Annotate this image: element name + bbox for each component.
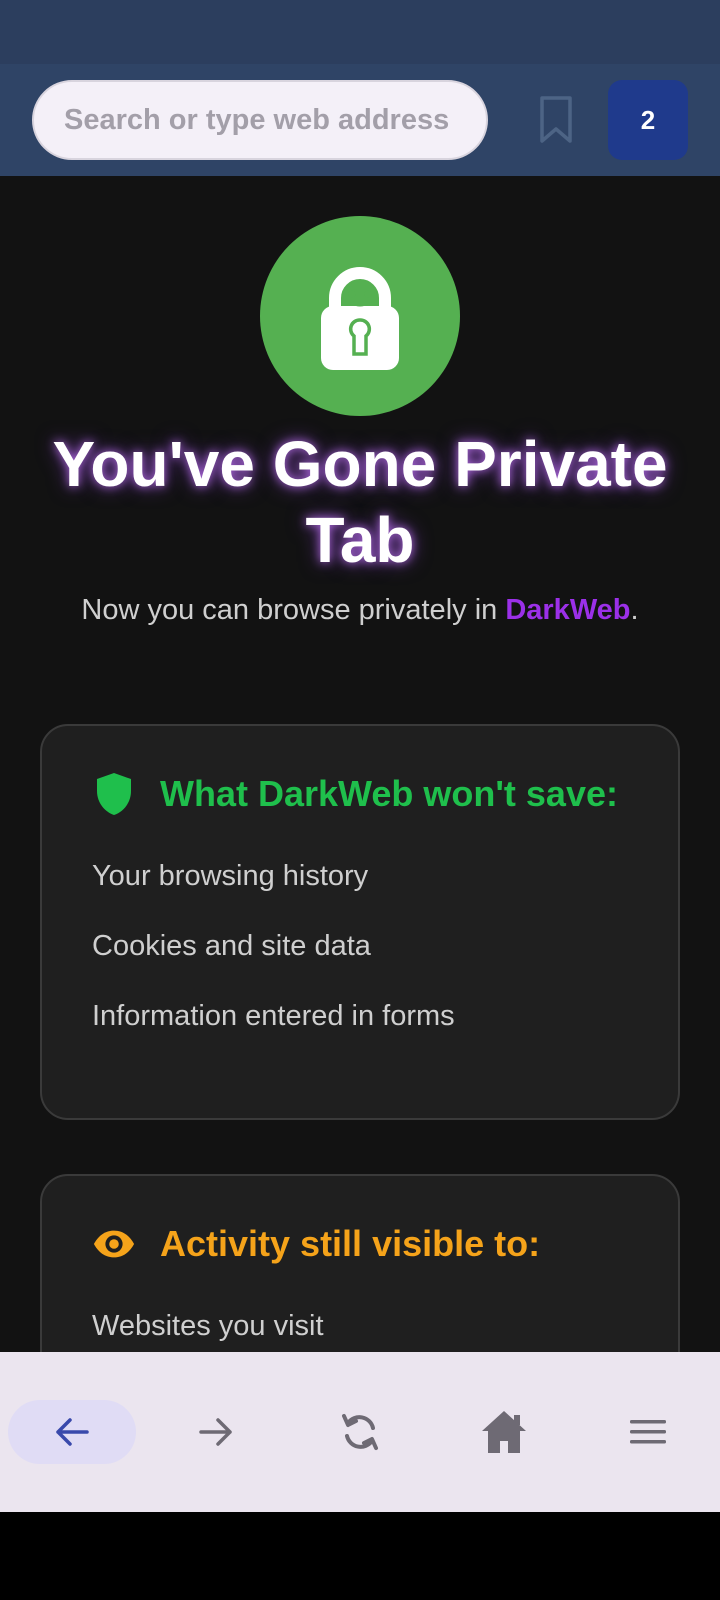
subtitle-suffix: .	[630, 594, 639, 626]
status-bar	[0, 0, 720, 64]
visible-heading: Activity still visible to:	[160, 1223, 541, 1264]
forward-button[interactable]	[184, 1400, 248, 1464]
search-input[interactable]	[64, 103, 484, 137]
not-saved-card-header: What DarkWeb won't save:	[92, 770, 618, 818]
menu-button[interactable]	[616, 1400, 680, 1464]
browser-toolbar: 2	[0, 64, 720, 176]
tab-count-button[interactable]: 2	[608, 80, 688, 160]
page-subtitle: Now you can browse privately in DarkWeb.	[20, 590, 700, 630]
home-icon	[482, 1411, 526, 1453]
reload-button[interactable]	[328, 1400, 392, 1464]
menu-icon	[630, 1420, 666, 1444]
private-tab-page: You've Gone Private Tab Now you can brow…	[0, 176, 720, 1352]
list-item: Websites you visit	[92, 1310, 324, 1342]
private-logo	[260, 216, 460, 416]
brand-name: DarkWeb	[505, 594, 631, 626]
arrow-left-icon	[56, 1418, 89, 1446]
subtitle-text: Now you can browse privately in	[81, 594, 506, 626]
bottom-navigation	[0, 1352, 720, 1512]
not-saved-heading: What DarkWeb won't save:	[160, 773, 618, 814]
arrow-right-icon	[199, 1418, 232, 1446]
not-saved-card: What DarkWeb won't save: Your browsing h…	[40, 724, 680, 1120]
back-button[interactable]	[8, 1400, 136, 1464]
home-button[interactable]	[472, 1400, 536, 1464]
lock-icon	[321, 267, 399, 370]
visible-card-header: Activity still visible to:	[92, 1220, 540, 1268]
list-item: Your browsing history	[92, 860, 369, 892]
eye-icon	[92, 1220, 136, 1268]
shield-icon	[92, 770, 136, 818]
refresh-icon	[342, 1414, 378, 1450]
list-item: Information entered in forms	[92, 1000, 455, 1032]
bookmark-button[interactable]	[536, 94, 576, 146]
page-title: You've Gone Private Tab	[52, 428, 668, 576]
visible-activity-card: Activity still visible to: Websites you …	[40, 1174, 680, 1352]
list-item: Cookies and site data	[92, 930, 371, 962]
bookmark-icon	[540, 96, 572, 143]
system-navigation-bar	[0, 1512, 720, 1600]
address-bar[interactable]	[32, 80, 488, 160]
